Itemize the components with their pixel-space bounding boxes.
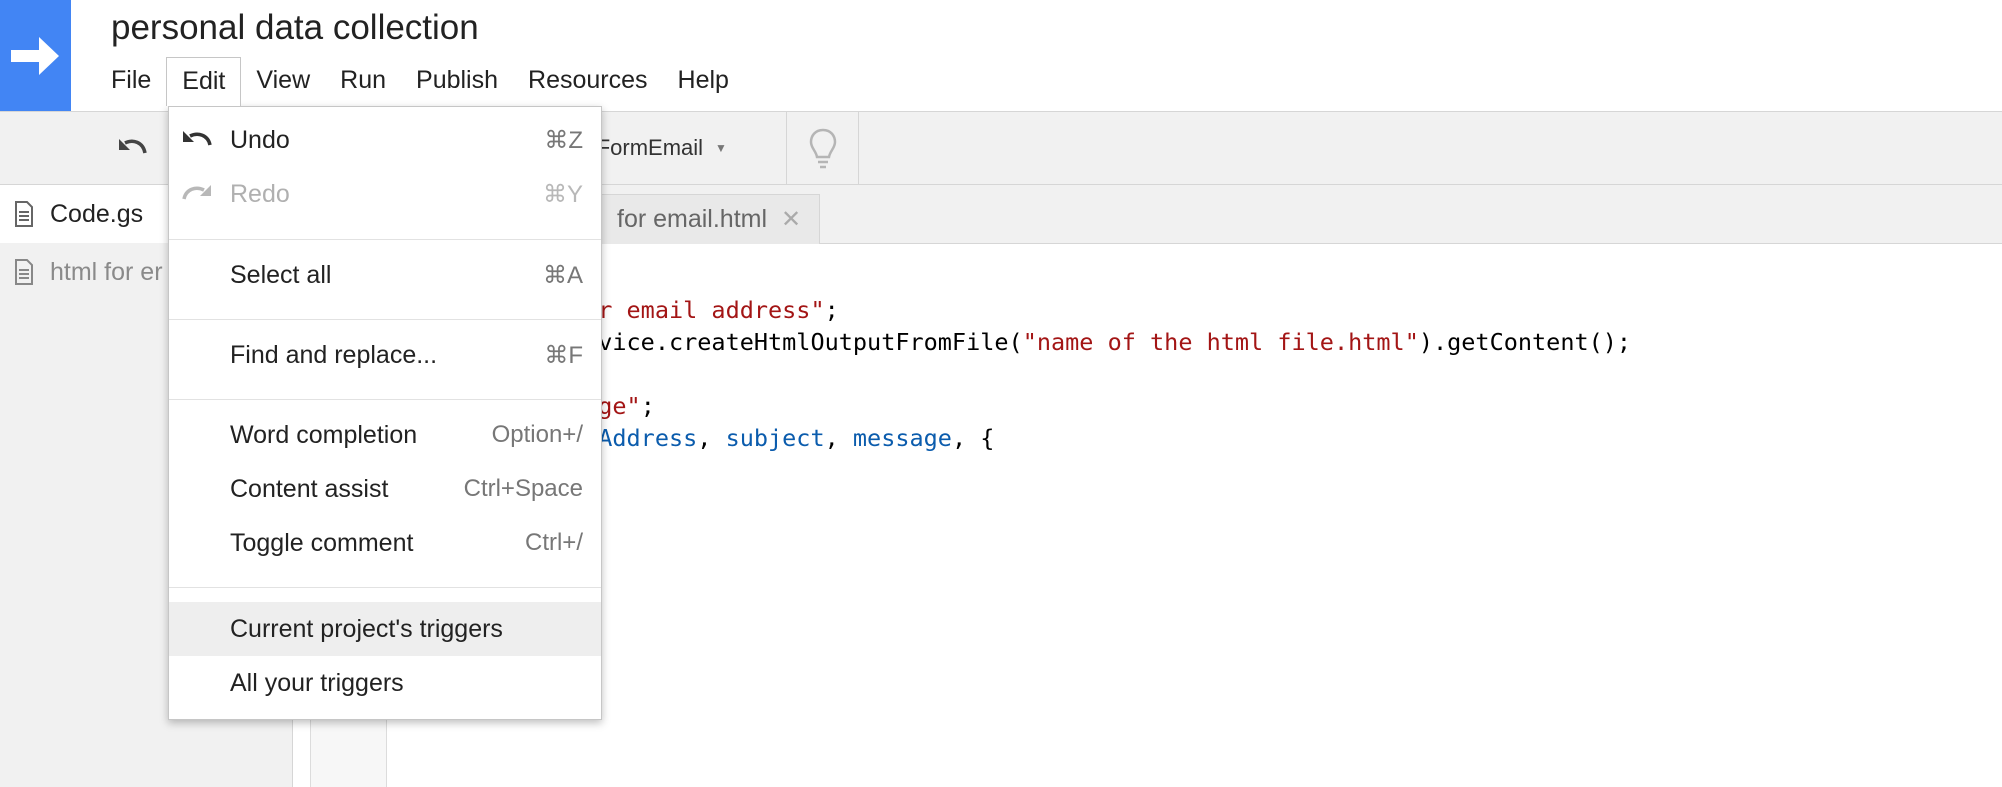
code-token: ; [640,392,655,420]
toolbar-divider [786,112,787,184]
code-token: ).getContent(); [1418,328,1632,356]
menu-item-shortcut: Ctrl+/ [524,529,583,556]
menu-separator [169,239,601,240]
menu-edit[interactable]: Edit [166,57,242,106]
menu-item-word-completion[interactable]: Word completion Option+/ [169,408,601,462]
file-name: html for er [50,257,163,286]
code-token: , [697,424,726,452]
menu-item-shortcut: ⌘Z [544,126,583,154]
menu-item-undo[interactable]: Undo ⌘Z [169,113,601,167]
menu-help[interactable]: Help [663,54,744,106]
close-icon[interactable]: ✕ [781,205,801,234]
project-title[interactable]: personal data collection [111,8,479,48]
menu-item-find-replace[interactable]: Find and replace... ⌘F [169,328,601,382]
code-token: , { [951,424,995,452]
menu-item-content-assist[interactable]: Content assist Ctrl+Space [169,462,601,516]
menu-item-shortcut: Ctrl+Space [463,475,583,502]
menu-publish[interactable]: Publish [401,54,513,106]
lightbulb-icon [809,128,837,169]
menu-item-label: Current project's triggers [230,614,503,643]
edit-menu-dropdown: Undo ⌘Z Redo ⌘Y Select all ⌘A Find and r… [168,106,602,720]
menu-item-shortcut: Option+/ [491,421,583,448]
caret-down-icon: ▼ [715,141,727,155]
menu-view[interactable]: View [241,54,325,106]
menu-item-redo: Redo ⌘Y [169,167,601,221]
menu-separator [169,587,601,588]
menu-item-all-triggers[interactable]: All your triggers [169,656,601,710]
file-icon [15,259,33,285]
file-icon [15,201,33,227]
menu-resources[interactable]: Resources [513,54,663,106]
menu-item-shortcut: ⌘Y [542,180,583,208]
menu-item-label: Undo [230,125,290,154]
menu-item-label: Word completion [230,420,418,449]
menu-item-shortcut: ⌘F [544,341,583,369]
arrow-right-icon [10,36,59,75]
code-token: , [824,424,853,452]
menu-item-label: Redo [230,179,290,208]
lightbulb-button[interactable] [790,112,856,184]
menu-item-label: Select all [230,260,332,289]
toolbar-undo-button[interactable] [108,112,156,184]
menu-item-label: Toggle comment [230,528,414,557]
undo-icon [179,122,215,158]
menu-item-label: Content assist [230,474,389,503]
menu-item-label: All your triggers [230,668,404,697]
code-token: ; [824,296,839,324]
app-logo[interactable] [0,0,71,111]
file-name: Code.gs [50,199,144,228]
code-token: "name of the html file.html" [1022,328,1419,356]
menu-separator [169,319,601,320]
menu-run[interactable]: Run [325,54,401,106]
toolbar-divider [858,112,859,184]
menu-item-toggle-comment[interactable]: Toggle comment Ctrl+/ [169,516,601,570]
menu-item-select-all[interactable]: Select all ⌘A [169,248,601,302]
menu-separator [169,399,601,400]
code-token: subject [725,424,825,452]
menu-item-shortcut: ⌘A [542,261,583,289]
undo-icon [119,139,147,154]
menubar: File Edit View Run Publish Resources Hel… [96,54,744,106]
redo-icon [179,176,215,212]
menu-item-current-triggers[interactable]: Current project's triggers [169,602,601,656]
tab-html-file[interactable]: for email.html ✕ [592,194,821,244]
tab-label: for email.html [617,205,768,233]
menu-file[interactable]: File [96,54,166,106]
code-token: message [852,424,952,452]
menu-item-label: Find and replace... [230,340,438,369]
